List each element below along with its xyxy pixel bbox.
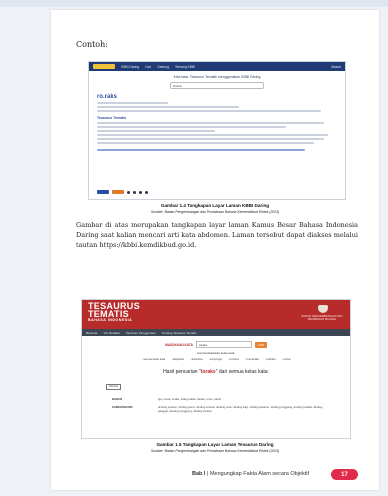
kbbi-nav-item: Cari: [145, 64, 152, 69]
filter-option: verba: [282, 357, 290, 361]
social-icon: [127, 190, 130, 194]
kbbi-nav-item: Tentang KBBI: [174, 64, 196, 69]
tesaurus-nav-item: Panduan Penggunaan: [125, 330, 156, 335]
tesaurus-search-input: toraks: [195, 341, 252, 348]
tesaurus-header: TESAURUS TEMATIS BAHASA INDONESIA BADAN …: [82, 300, 350, 329]
kbbi-nav-brand: KBBI Daring: [121, 64, 140, 69]
figure-2-source: Sumber: Badan Pengembangan dan Pembinaan…: [150, 449, 280, 453]
tesaurus-search-label: MASUKKAN KATA: [165, 342, 193, 347]
kbbi-search-box: Raksa: [170, 82, 264, 89]
kbbi-footer-button: [97, 190, 109, 194]
kbbi-footer-button: [112, 190, 124, 194]
tesaurus-result-heading: Hasil pencarian "toraks" dari semua kela…: [163, 369, 269, 375]
tesaurus-filters: semua kelas kata adjektiva adverbia konj…: [82, 357, 350, 361]
filter-option: numeralia: [245, 357, 259, 361]
kbbi-definition-lines: [97, 102, 333, 112]
tesaurus-nav-item: Beranda: [86, 330, 98, 335]
filter-option: adjektiva: [171, 357, 184, 361]
kbbi-body-lines: [97, 122, 333, 151]
body-paragraph: Gambar di atas merupakan tangkapan layar…: [76, 221, 359, 249]
word-class-tag: Nomina: [106, 384, 121, 390]
page-number: 17: [331, 469, 358, 480]
kbbi-nav-item: Gabung: [157, 64, 169, 69]
tesaurus-screenshot-figure: TESAURUS TEMATIS BAHASA INDONESIA BADAN …: [81, 299, 351, 439]
social-icon: [133, 190, 136, 194]
kbbi-info-text: Informasi: Tesaurus Tematik menggunakan …: [173, 75, 261, 79]
kbbi-subheading: Tesaurus Tematis: [97, 116, 127, 120]
result-row-label: BADAN: [112, 397, 123, 401]
filter-option: semua kelas kata: [142, 357, 165, 361]
page-footer: Bab I | Mengungkap Fakta Alam secara Obj…: [51, 469, 379, 483]
tesaurus-org: BADAN PENGEMBANGAN DAN PEMBINAAN BAHASA: [301, 314, 343, 322]
figure-1-source: Sumber: Badan Pengembangan dan Pembinaan…: [150, 210, 280, 214]
filter-option: konjungsi: [208, 357, 222, 361]
tesaurus-search-row: MASUKKAN KATA toraks CARI: [82, 341, 350, 348]
kbbi-headword: ro.raks: [97, 94, 118, 100]
kbbi-nav-login: Masuk: [331, 64, 341, 69]
figure-1-caption: Gambar 1.4 Tangkapan Layar Laman KBBI Da…: [160, 203, 270, 208]
kbbi-screenshot-figure: KBBI Daring Cari Gabung Tentang KBBI Mas…: [88, 61, 346, 200]
kbbi-navbar: KBBI Daring Cari Gabung Tentang KBBI Mas…: [89, 62, 345, 71]
footer-chapter: Bab I | Mengungkap Fakta Alam secara Obj…: [192, 471, 309, 477]
example-label: Contoh:: [76, 40, 108, 49]
social-icon: [145, 190, 148, 194]
tesaurus-nav-item: Tim Redaksi: [103, 330, 120, 335]
figure-2-caption: Gambar 1.5 Tangkapan Layar Laman Tesauru…: [156, 442, 274, 447]
tesaurus-navbar: Beranda Tim Redaksi Panduan Penggunaan T…: [82, 329, 350, 336]
tesaurus-search-button: CARI: [254, 341, 267, 348]
tesaurus-filter-label: Cari berdasarkan kelas kata:: [196, 351, 236, 355]
result-row-text: dinding sputum; dinding perut, dinding v…: [158, 405, 323, 413]
tesaurus-title: TESAURUS TEMATIS BAHASA INDONESIA: [88, 301, 140, 323]
tesaurus-nav-item: Tentang Tesaurus Tematis: [161, 330, 197, 335]
filter-option: partikel: [265, 357, 276, 361]
top-bar: [0, 0, 388, 7]
emblem-icon: [318, 305, 328, 313]
kbbi-logo: [93, 64, 115, 69]
filter-option: nomina: [228, 357, 239, 361]
kbbi-footer-buttons: [97, 190, 148, 194]
result-row-text: iga, rusuk, toraks, tulang dada; badan, …: [158, 397, 222, 401]
document-page: Contoh: KBBI Daring Cari Gabung Tentang …: [51, 10, 379, 490]
result-row-label: SUBKATEGORI: [112, 405, 133, 409]
filter-option: adverbia: [190, 357, 203, 361]
social-icon: [139, 190, 142, 194]
